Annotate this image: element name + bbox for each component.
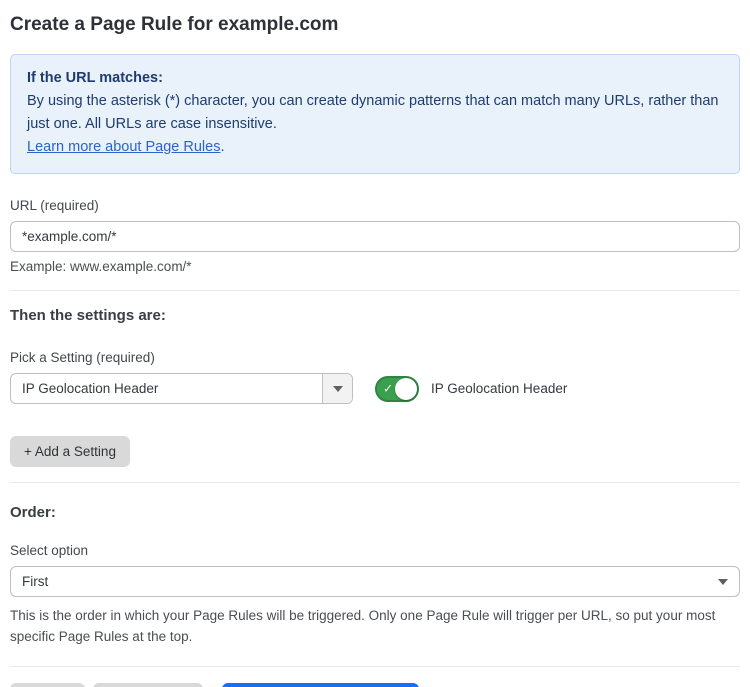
info-box-link-line: Learn more about Page Rules. [27,136,723,159]
order-select-value: First [22,574,718,589]
save-as-draft-button[interactable]: Save as Draft [93,683,203,687]
ip-geolocation-toggle-label: IP Geolocation Header [431,381,567,396]
page-title: Create a Page Rule for example.com [10,14,740,36]
order-help-text: This is the order in which your Page Rul… [10,605,740,647]
order-section-heading: Order: [10,504,740,521]
toggle-knob [395,378,417,400]
link-period: . [220,139,224,155]
learn-more-page-rules-link[interactable]: Learn more about Page Rules [27,139,220,155]
info-box-heading: If the URL matches: [27,67,723,90]
setting-picker-dropdown[interactable]: IP Geolocation Header [10,373,353,404]
chevron-down-icon [333,386,343,392]
save-and-deploy-button[interactable]: Save and Deploy Page Rule [222,683,420,687]
pick-setting-label: Pick a Setting (required) [10,350,740,365]
ip-geolocation-toggle[interactable]: ✓ [375,376,419,402]
setting-picker-arrow-button[interactable] [322,374,352,403]
url-matches-info-box: If the URL matches: By using the asteris… [10,54,740,174]
settings-section-heading: Then the settings are: [10,307,740,324]
check-icon: ✓ [383,381,393,395]
url-input[interactable] [10,221,740,252]
create-page-rule-form: Create a Page Rule for example.com If th… [0,0,750,687]
url-example-text: Example: www.example.com/* [10,259,740,274]
setting-row: IP Geolocation Header ✓ IP Geolocation H… [10,373,740,404]
info-box-body: By using the asterisk (*) character, you… [27,90,723,136]
setting-picker-value: IP Geolocation Header [11,374,322,403]
chevron-down-icon [718,579,728,585]
add-setting-button[interactable]: + Add a Setting [10,436,130,467]
ip-geolocation-toggle-group: ✓ IP Geolocation Header [375,376,567,402]
cancel-button[interactable]: Cancel [10,683,85,687]
url-field-label: URL (required) [10,198,740,213]
form-actions: Cancel Save as Draft Save and Deploy Pag… [10,683,740,687]
order-select-label: Select option [10,543,740,558]
order-select[interactable]: First [10,566,740,597]
